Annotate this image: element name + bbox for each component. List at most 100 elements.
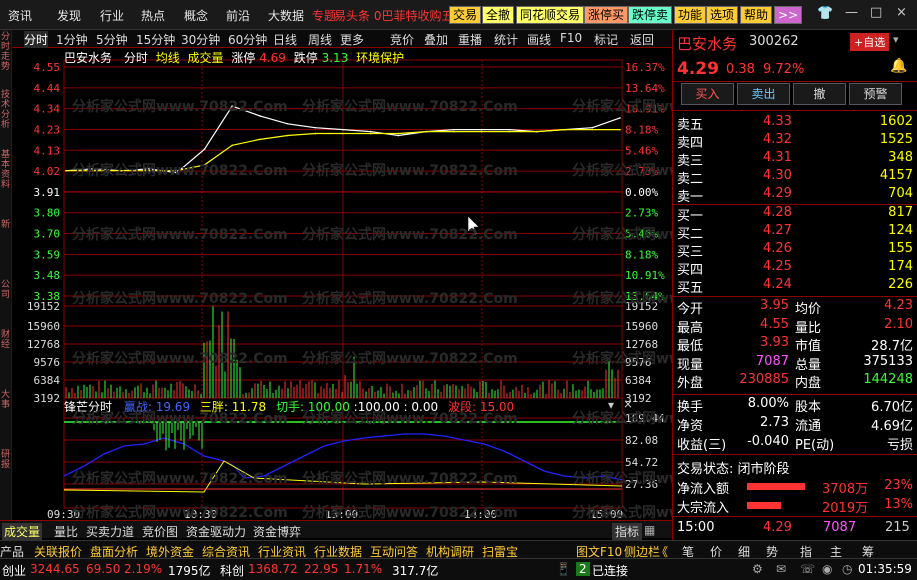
indicator-tab[interactable]: 指标 (612, 523, 643, 540)
stat-label: 最高 (677, 320, 704, 336)
period-tab-13[interactable]: 画线 (527, 31, 551, 48)
left-tab-2[interactable]: 基本资料 (0, 150, 11, 190)
volume-label[interactable]: 成交量 (188, 51, 224, 65)
toolbar-button-1[interactable]: 全撤 (482, 6, 515, 24)
indicator-name[interactable]: 锋芒分时 (64, 400, 112, 414)
toolbar-button-7[interactable]: 帮助 (740, 6, 773, 24)
toolbar-button-8[interactable]: >> (774, 6, 803, 24)
chart-tab-4[interactable]: 资金驱动力 (186, 523, 246, 540)
menu-discover[interactable]: 发现 (57, 7, 81, 24)
sell-button[interactable]: 卖出 (737, 83, 790, 105)
toolbar-button-5[interactable]: 功能 (674, 6, 707, 24)
alert-button[interactable]: 预警 (849, 83, 902, 105)
period-tab-1[interactable]: 1分钟 (56, 31, 88, 48)
chart-tab-2[interactable]: 买卖力道 (86, 523, 134, 540)
left-tab-0[interactable]: 分时走势 (0, 32, 11, 72)
stat-label: PE(动) (795, 438, 835, 453)
period-tab-9[interactable]: 竞价 (390, 31, 414, 48)
chart-tab-0[interactable]: 成交量 (2, 523, 43, 540)
indicator-dropdown-icon[interactable]: ▾ (608, 398, 614, 412)
period-tab-10[interactable]: 叠加 (424, 31, 448, 48)
toolbar-button-2[interactable]: 同花顺交易 (516, 6, 585, 24)
period-tab-16[interactable]: 返回 (630, 31, 654, 48)
left-tab-4[interactable]: 公司 (0, 280, 11, 300)
bid-row[interactable]: 买一 4.28 817 (677, 205, 913, 224)
buy-button[interactable]: 买入 (681, 83, 734, 105)
left-tab-1[interactable]: 技术分析 (0, 90, 11, 130)
tick-count: 215 (885, 520, 910, 535)
indicator-tick-label: 27.36 (625, 478, 658, 491)
menu-concept[interactable]: 概念 (184, 7, 208, 24)
level-volume: 1602 (879, 114, 913, 129)
period-tab-8[interactable]: 更多 (340, 31, 364, 48)
bid-row[interactable]: 买三 4.26 155 (677, 241, 913, 260)
period-tab-2[interactable]: 5分钟 (96, 31, 128, 48)
menu-bigdata[interactable]: 大数据 (268, 7, 304, 24)
chart-tab-5[interactable]: 资金博弈 (253, 523, 301, 540)
chart-tab-3[interactable]: 竞价图 (142, 523, 178, 540)
idx2-name[interactable]: 科创 (220, 562, 244, 579)
period-tab-0[interactable]: 分时 (24, 31, 49, 48)
ask-row[interactable]: 卖一 4.29 704 (677, 186, 913, 205)
price-point (176, 171, 178, 174)
skin-icon[interactable]: 👕 (817, 6, 833, 21)
flow-row[interactable]: 大宗流入 2019万 13% (677, 497, 913, 516)
menu-news[interactable]: 资讯 (8, 7, 32, 24)
settings-icon[interactable]: ⚙ (752, 562, 763, 576)
period-tab-15[interactable]: 标记 (594, 31, 618, 48)
phone-small-icon[interactable]: ☏ (800, 562, 815, 576)
menu-hot[interactable]: 热点 (141, 7, 165, 24)
news-ticker[interactable]: 易头条 0巴菲特收购五 (334, 7, 453, 24)
period-tab-11[interactable]: 重播 (458, 31, 482, 48)
cancel-order-button[interactable]: 撤 (793, 83, 846, 105)
chat-icon[interactable]: ✉ (776, 562, 786, 576)
bid-row[interactable]: 买五 4.24 226 (677, 277, 913, 296)
toolbar-button-0[interactable]: 交易 (449, 6, 482, 24)
toolbar-button-4[interactable]: 跌停卖 (628, 6, 673, 24)
menu-topic[interactable]: 专题 (312, 7, 336, 24)
period-tab-7[interactable]: 周线 (308, 31, 332, 48)
connection-status[interactable]: 已连接 (592, 562, 628, 579)
grid-icon[interactable]: ▦ (644, 523, 655, 537)
period-tab-3[interactable]: 15分钟 (136, 31, 175, 48)
menu-industry[interactable]: 行业 (100, 7, 124, 24)
avg-line-label[interactable]: 均线 (156, 51, 180, 65)
ask-row[interactable]: 卖二 4.30 4157 (677, 168, 913, 187)
left-tab-3[interactable]: 新 (0, 220, 11, 230)
period-tab-5[interactable]: 60分钟 (228, 31, 267, 48)
ask-row[interactable]: 卖三 4.31 348 (677, 150, 913, 169)
flow-row[interactable]: 净流入额 3708万 23% (677, 478, 913, 497)
period-tab-12[interactable]: 统计 (494, 31, 518, 48)
left-tab-7[interactable]: 研报 (0, 450, 11, 470)
close-button[interactable]: × (896, 5, 907, 20)
ask-row[interactable]: 卖五 4.33 1602 (677, 114, 913, 133)
indicator-e-value: : 0.00 (403, 400, 439, 414)
add-watchlist-button[interactable]: +自选 (850, 33, 890, 51)
sector-label[interactable]: 环境保护 (356, 51, 404, 65)
maximize-button[interactable]: □ (870, 5, 882, 20)
robot-icon[interactable]: ◉ (822, 562, 832, 576)
toolbar-button-3[interactable]: 涨停买 (584, 6, 629, 24)
period-tab-6[interactable]: 日线 (273, 31, 297, 48)
level-label: 买三 (677, 244, 704, 260)
chart-svg[interactable]: 4.55 16.37% 4.44 13.64% 4.34 10.91% 4.23 8.18% 4… (12, 48, 672, 520)
menu-frontier[interactable]: 前沿 (226, 7, 250, 24)
trade-status: 交易状态: 闭市阶段 (677, 462, 790, 477)
ask-row[interactable]: 卖四 4.32 1525 (677, 132, 913, 151)
indicator-close-icon[interactable]: × (623, 397, 633, 411)
stat-label: 量比 (795, 320, 822, 336)
more-dropdown-icon[interactable]: ▾ (893, 33, 899, 46)
left-tab-6[interactable]: 大事 (0, 390, 11, 410)
bid-row[interactable]: 买二 4.27 124 (677, 223, 913, 242)
phone-icon[interactable]: 📱 (556, 562, 571, 576)
avg-price-point (369, 132, 372, 135)
left-tab-5[interactable]: 财经 (0, 330, 11, 350)
period-tab-4[interactable]: 30分钟 (181, 31, 220, 48)
minimize-button[interactable]: — (845, 5, 858, 20)
toolbar-button-6[interactable]: 选项 (706, 6, 739, 24)
chart-tab-1[interactable]: 量比 (54, 523, 78, 540)
bell-icon[interactable]: 🔔 (890, 58, 907, 74)
period-tab-14[interactable]: F10 (560, 31, 582, 45)
idx1-name[interactable]: 创业 (2, 562, 26, 579)
bid-row[interactable]: 买四 4.25 174 (677, 259, 913, 278)
